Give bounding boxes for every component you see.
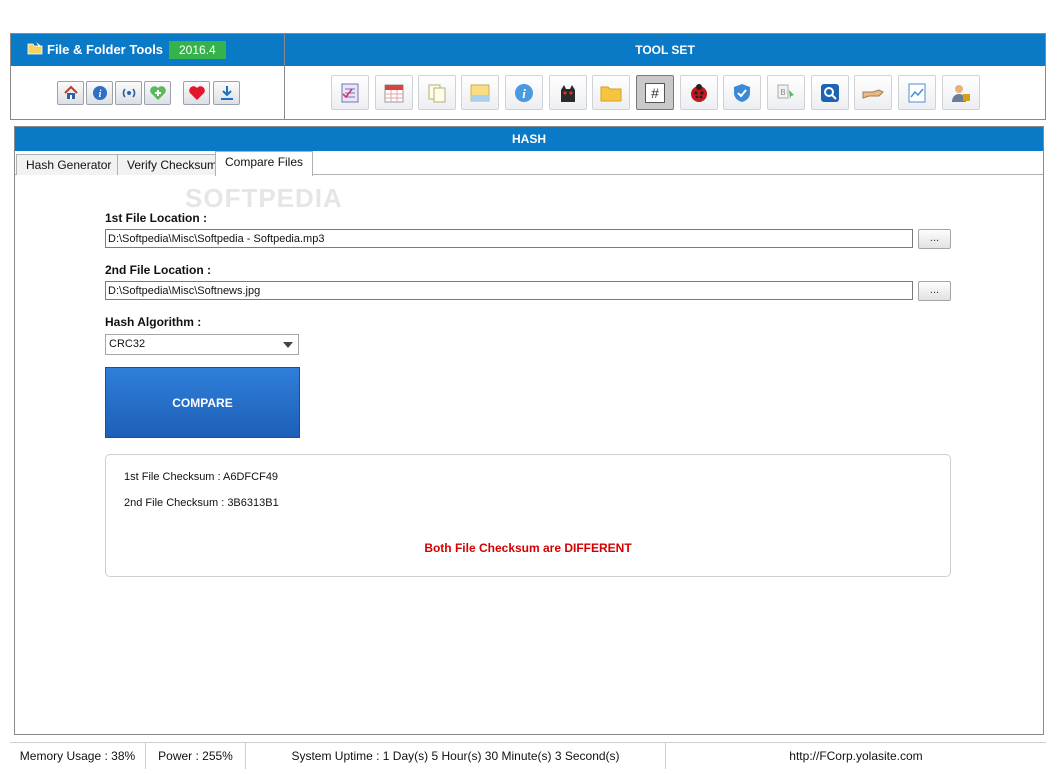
home-icon (63, 85, 78, 99)
tool-search-button[interactable] (811, 75, 849, 110)
quick-toolbar: i (11, 66, 285, 119)
tool-notes-button[interactable] (461, 75, 499, 110)
svg-text:B: B (780, 88, 785, 97)
toolset-title: TOOL SET (285, 34, 1045, 66)
download-icon (220, 86, 233, 100)
tab-verify-checksum[interactable]: Verify Checksum (117, 154, 228, 175)
health-button[interactable] (144, 81, 171, 105)
algorithm-select[interactable]: CRC32 (105, 334, 299, 355)
folder-icon (600, 86, 622, 101)
search-icon (821, 83, 839, 102)
tool-folder-button[interactable] (592, 75, 630, 110)
tab-compare-files[interactable]: Compare Files (215, 151, 314, 176)
info-circle-icon: i (515, 83, 533, 102)
tool-checklist-button[interactable] (331, 75, 369, 110)
file1-browse-button[interactable]: ... (918, 229, 951, 249)
file2-browse-button[interactable]: ... (918, 281, 951, 301)
tab-hash-generator[interactable]: Hash Generator (16, 154, 122, 175)
donate-button[interactable] (183, 81, 210, 105)
chevron-down-icon (283, 342, 293, 348)
tool-bug-button[interactable] (680, 75, 718, 110)
memory-usage: Memory Usage : 38% (10, 743, 146, 769)
app-header: File & Folder Tools 2016.4 (11, 34, 285, 66)
hand-icon (862, 88, 884, 99)
home-button[interactable] (57, 81, 84, 105)
system-uptime: System Uptime : 1 Day(s) 5 Hour(s) 30 Mi… (246, 743, 666, 769)
rename-icon: B (777, 84, 794, 99)
tool-graph-button[interactable] (898, 75, 936, 110)
tool-set-toolbar: i # B (285, 66, 1045, 119)
version-badge: 2016.4 (169, 41, 226, 59)
watermark: SOFTPEDIA (185, 183, 343, 213)
tool-user-lock-button[interactable] (942, 75, 980, 110)
file2-checksum: 2nd File Checksum : 3B6313B1 (124, 497, 279, 509)
heart-icon (188, 86, 205, 100)
file1-checksum: 1st File Checksum : A6DFCF49 (124, 471, 279, 483)
ladybug-icon (691, 83, 707, 102)
hash-icon: # (645, 82, 665, 103)
tool-cat-button[interactable] (549, 75, 587, 110)
compare-button[interactable]: COMPARE (105, 367, 300, 438)
folder-tools-logo-icon (27, 35, 43, 67)
svg-text:i: i (98, 89, 101, 100)
tool-rename-button[interactable]: B (767, 75, 805, 110)
broadcast-button[interactable] (115, 81, 142, 105)
file1-label: 1st File Location : (105, 211, 208, 225)
tool-calendar-button[interactable] (375, 75, 413, 110)
add-health-icon (149, 86, 166, 100)
checklist-icon (341, 83, 359, 102)
algorithm-value: CRC32 (109, 338, 146, 350)
file-graph-icon (908, 83, 926, 102)
file2-path-input[interactable] (105, 281, 913, 300)
file1-path-input[interactable] (105, 229, 913, 248)
calendar-icon (384, 84, 404, 102)
comparison-verdict: Both File Checksum are DIFFERENT (424, 541, 632, 555)
hash-panel: HASH Hash Generator Verify Checksum Comp… (14, 126, 1044, 735)
tool-info-button[interactable]: i (505, 75, 543, 110)
copy-files-icon (428, 84, 446, 102)
status-bar: Memory Usage : 38% Power : 255% System U… (10, 742, 1046, 769)
folder-note-icon (470, 84, 490, 101)
algorithm-label: Hash Algorithm : (105, 315, 202, 329)
tab-bar: Hash Generator Verify Checksum Compare F… (15, 151, 1043, 213)
tool-copy-files-button[interactable] (418, 75, 456, 110)
broadcast-icon (122, 88, 135, 98)
tool-hash-button[interactable]: # (636, 75, 674, 110)
info-icon: i (92, 86, 107, 100)
app-title: File & Folder Tools (27, 34, 163, 66)
about-button[interactable]: i (86, 81, 113, 105)
result-panel: 1st File Checksum : A6DFCF49 2nd File Ch… (105, 454, 951, 577)
tool-hand-button[interactable] (854, 75, 892, 110)
section-title: HASH (15, 127, 1043, 151)
cat-icon (561, 84, 575, 102)
shield-icon (734, 83, 750, 102)
update-button[interactable] (213, 81, 240, 105)
tool-shield-button[interactable] (723, 75, 761, 110)
top-panel: File & Folder Tools 2016.4 TOOL SET i i … (10, 33, 1046, 120)
user-lock-icon (952, 84, 970, 102)
website-link[interactable]: http://FCorp.yolasite.com (666, 743, 1046, 769)
power-status: Power : 255% (146, 743, 246, 769)
app-title-text: File & Folder Tools (47, 42, 164, 57)
file2-label: 2nd File Location : (105, 263, 212, 277)
svg-text:i: i (522, 86, 526, 101)
